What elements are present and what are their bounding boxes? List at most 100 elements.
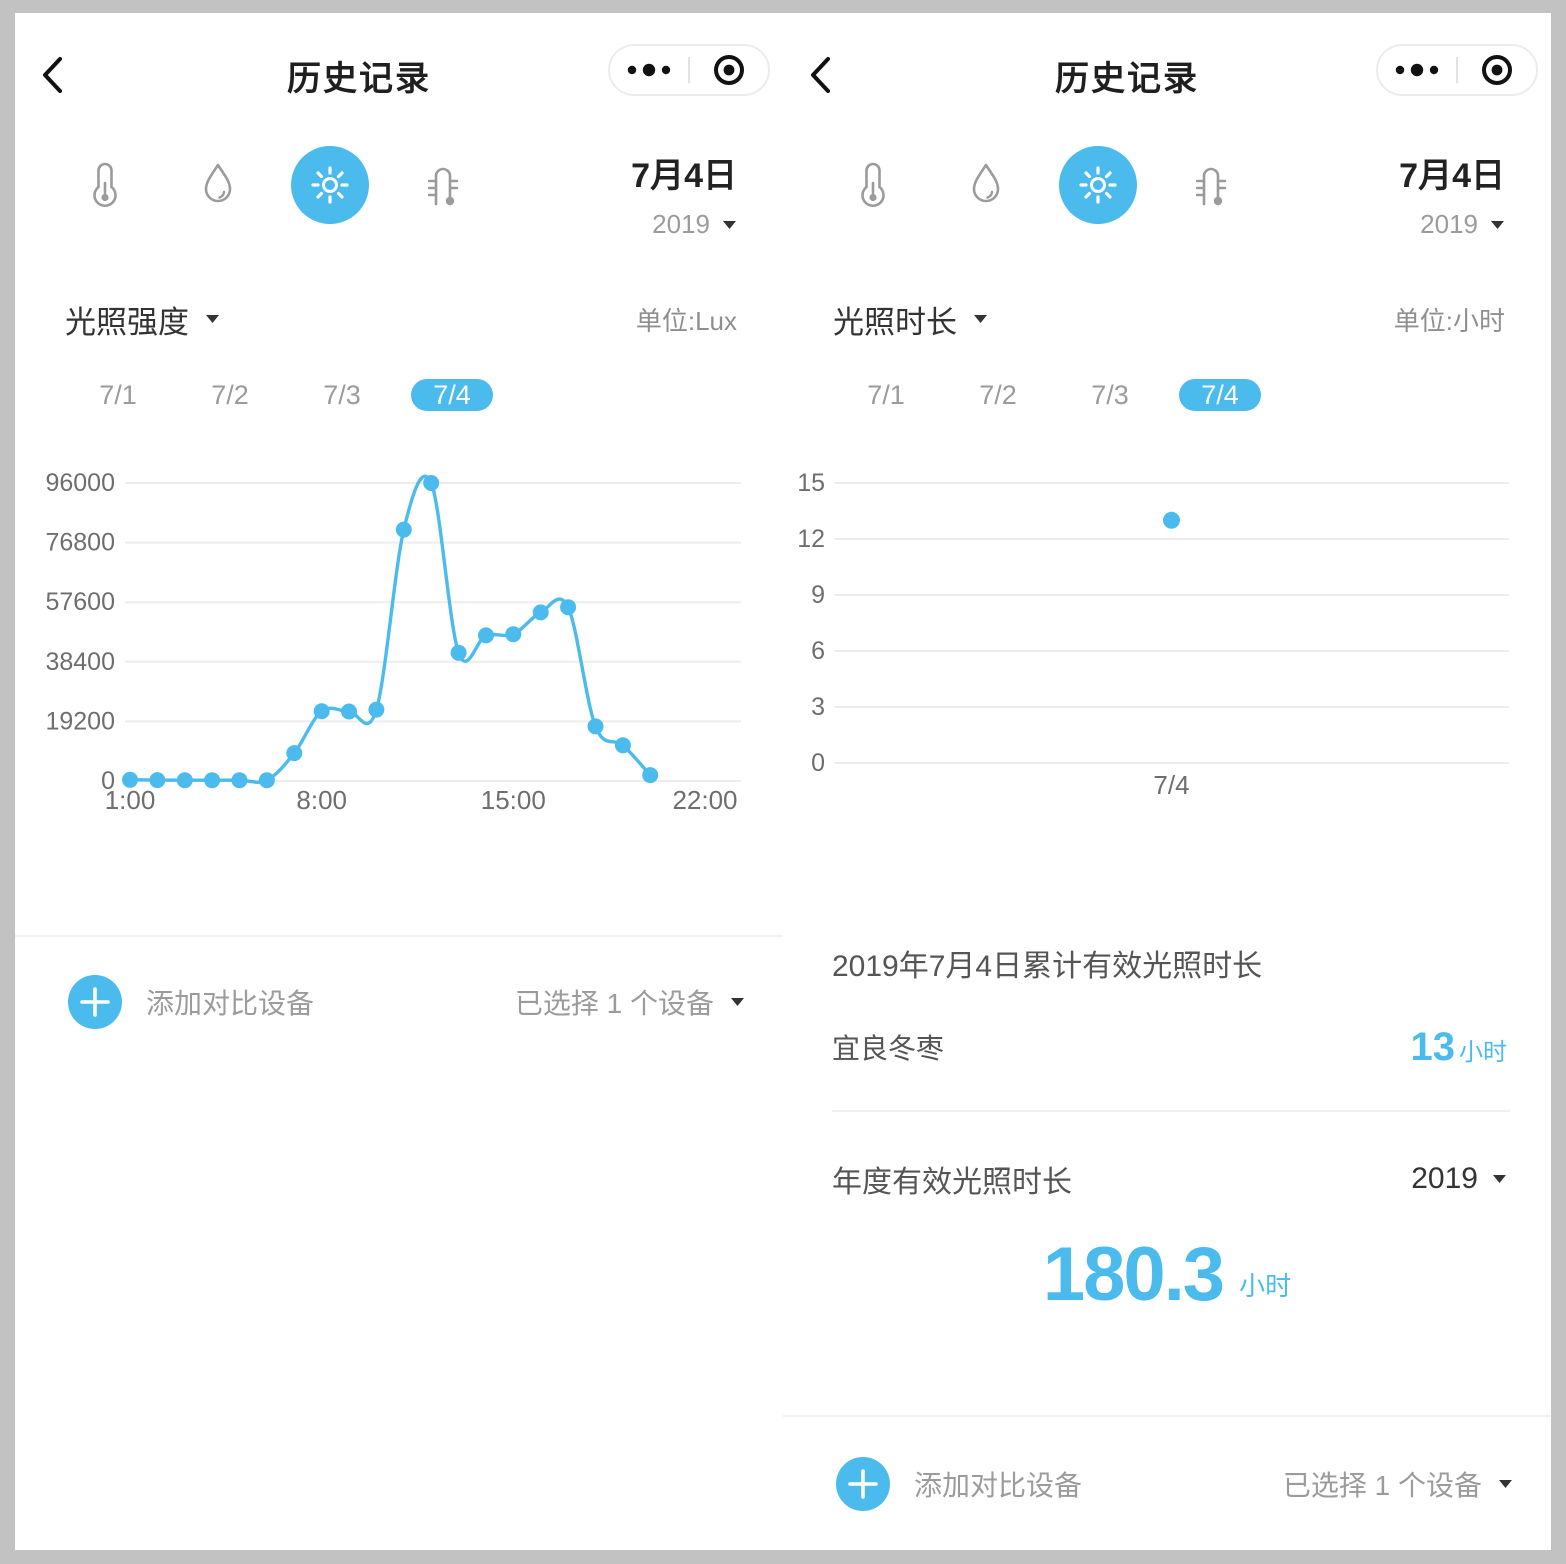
tab-soil[interactable] (417, 159, 469, 211)
day-tab-7-1[interactable]: 7/1 (99, 379, 137, 411)
chevron-down-icon (973, 314, 988, 324)
metric-selector[interactable]: 光照强度 (65, 297, 220, 342)
sun-icon (307, 162, 353, 208)
target-circle-icon (1479, 52, 1515, 88)
metric-label: 光照时长 (833, 297, 957, 342)
water-drop-icon (964, 159, 1008, 211)
divider (832, 1110, 1510, 1112)
svg-text:8:00: 8:00 (296, 785, 347, 815)
day-tab-7-2[interactable]: 7/2 (979, 379, 1017, 411)
annual-summary-row: 年度有效光照时长 2019 (832, 1159, 1507, 1199)
day-tab-7-1[interactable]: 7/1 (867, 379, 905, 411)
year-label: 2019 (652, 209, 710, 240)
chevron-down-icon (1498, 1479, 1513, 1489)
svg-text:12: 12 (797, 525, 825, 553)
add-compare-label: 添加对比设备 (914, 1464, 1082, 1504)
soil-probe-icon (420, 159, 466, 211)
svg-text:19200: 19200 (45, 707, 115, 735)
more-dots-icon (1392, 63, 1442, 77)
miniprogram-capsule (1376, 44, 1538, 96)
tab-humidity[interactable] (192, 159, 244, 211)
target-circle-icon (711, 52, 747, 88)
compare-row: 添加对比设备 已选择 1 个设备 (15, 974, 745, 1030)
plus-icon (848, 1469, 878, 1499)
selected-devices-dropdown[interactable]: 已选择 1 个设备 (1283, 1464, 1513, 1504)
day-tab-7-3[interactable]: 7/3 (1091, 379, 1129, 411)
device-summary-row: 宜良冬枣 13 小时 (832, 1019, 1507, 1075)
svg-text:15: 15 (797, 469, 825, 497)
duration-number: 13 (1411, 1025, 1456, 1070)
day-tab-7-4-selected[interactable]: 7/4 (411, 379, 493, 411)
back-button[interactable] (807, 55, 847, 95)
svg-text:6: 6 (811, 637, 825, 665)
svg-text:0: 0 (811, 749, 825, 777)
svg-text:15:00: 15:00 (481, 785, 546, 815)
light-intensity-chart: 019200384005760076800960001:008:0015:002… (15, 453, 783, 833)
daily-summary-heading: 2019年7月4日累计有效光照时长 (832, 941, 1505, 985)
minimize-button[interactable] (1458, 46, 1536, 94)
unit-label: 单位:小时 (1394, 301, 1505, 338)
thermometer-icon (850, 159, 896, 211)
date-selector[interactable]: 7月4日 2019 (631, 148, 737, 240)
back-chevron-icon (39, 55, 65, 95)
annual-label: 年度有效光照时长 (832, 1157, 1072, 1201)
tab-temperature[interactable] (847, 159, 899, 211)
tab-light-selected[interactable] (291, 146, 369, 224)
tab-light-selected[interactable] (1059, 146, 1137, 224)
page-title: 历史记录 (903, 51, 1351, 100)
duration-unit: 小时 (1459, 1032, 1507, 1067)
more-button[interactable] (610, 46, 688, 94)
page-title: 历史记录 (135, 51, 583, 100)
metric-selector[interactable]: 光照时长 (833, 297, 988, 342)
sun-icon (1075, 162, 1121, 208)
light-duration-chart: 036912157/4 (783, 453, 1551, 833)
svg-text:57600: 57600 (45, 588, 115, 616)
day-tab-7-2[interactable]: 7/2 (211, 379, 249, 411)
svg-text:76800: 76800 (45, 529, 115, 557)
day-tabs: 7/1 7/2 7/3 7/4 (15, 379, 783, 411)
back-button[interactable] (39, 55, 79, 95)
date-selector[interactable]: 7月4日 2019 (1399, 148, 1505, 240)
chevron-down-icon (1492, 1174, 1507, 1184)
tab-temperature[interactable] (79, 159, 131, 211)
date-label: 7月4日 (1399, 148, 1505, 197)
add-compare-label: 添加对比设备 (146, 982, 314, 1022)
day-tabs: 7/1 7/2 7/3 7/4 (783, 379, 1551, 411)
device-name: 宜良冬枣 (832, 1027, 944, 1067)
tab-soil[interactable] (1185, 159, 1237, 211)
chevron-down-icon (205, 314, 220, 324)
more-button[interactable] (1378, 46, 1456, 94)
year-label: 2019 (1420, 209, 1478, 240)
water-drop-icon (196, 159, 240, 211)
svg-text:9: 9 (811, 581, 825, 609)
back-chevron-icon (807, 55, 833, 95)
soil-probe-icon (1188, 159, 1234, 211)
svg-text:3: 3 (811, 693, 825, 721)
annual-total-value: 180.3 小时 (783, 1237, 1551, 1313)
device-duration-value: 13 小时 (1411, 1025, 1508, 1070)
plus-icon (80, 987, 110, 1017)
screenshot-frame: 历史记录 (0, 0, 1566, 1564)
add-compare-device-button[interactable] (836, 1457, 890, 1511)
day-tab-7-3[interactable]: 7/3 (323, 379, 361, 411)
metric-row: 光照强度 单位:Lux (65, 301, 737, 337)
minimize-button[interactable] (690, 46, 768, 94)
history-panel-intensity: 历史记录 (15, 13, 783, 1550)
history-panel-duration: 历史记录 (783, 13, 1551, 1550)
miniprogram-capsule (608, 44, 770, 96)
chevron-down-icon (1490, 220, 1505, 230)
divider (783, 1415, 1551, 1417)
unit-label: 单位:Lux (636, 301, 737, 338)
selected-devices-label: 已选择 1 个设备 (1283, 1464, 1482, 1504)
add-compare-device-button[interactable] (68, 975, 122, 1029)
metric-label: 光照强度 (65, 297, 189, 342)
svg-text:38400: 38400 (45, 648, 115, 676)
svg-text:22:00: 22:00 (672, 785, 737, 815)
selected-devices-label: 已选择 1 个设备 (515, 982, 714, 1022)
svg-text:1:00: 1:00 (105, 785, 156, 815)
annual-total-number: 180.3 (1043, 1237, 1223, 1313)
selected-devices-dropdown[interactable]: 已选择 1 个设备 (515, 982, 745, 1022)
annual-year-dropdown[interactable]: 2019 (1411, 1162, 1507, 1196)
tab-humidity[interactable] (960, 159, 1012, 211)
day-tab-7-4-selected[interactable]: 7/4 (1179, 379, 1261, 411)
